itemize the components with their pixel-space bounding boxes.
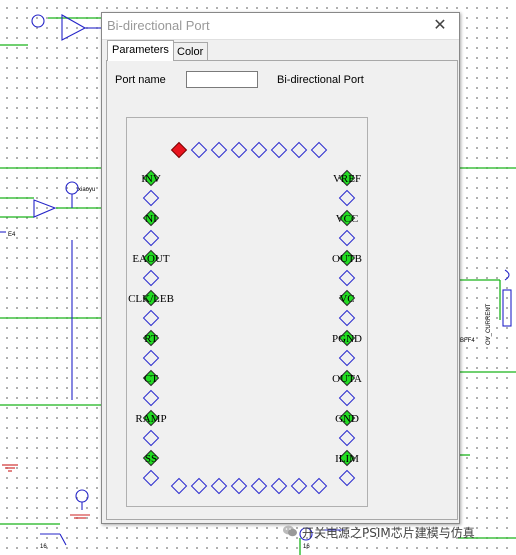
- tab-parameters[interactable]: Parameters: [107, 40, 174, 61]
- right-pin-label: PGND: [332, 333, 362, 345]
- bottom-pin-slot[interactable]: [190, 477, 208, 495]
- top-pin-slot[interactable]: [250, 141, 268, 159]
- left-pin-slot[interactable]: [142, 309, 160, 327]
- right-pin-label: ILIM: [335, 453, 359, 465]
- wechat-icon: [283, 525, 297, 537]
- left-pin-label: RT: [144, 333, 158, 345]
- top-pin-slot[interactable]: [310, 141, 328, 159]
- bottom-pin-slot[interactable]: [270, 477, 288, 495]
- right-pin-label: GND: [335, 413, 359, 425]
- schematic-label: 16: [40, 544, 47, 550]
- pin-grid: INV NI EAOUT CLK/LEB RT CT RAMP SS VREF VCC OUTB VC…: [128, 141, 362, 495]
- right-pin-slot[interactable]: [338, 269, 356, 287]
- port-type-label: Bi-directional Port: [277, 74, 364, 86]
- top-pin-slot[interactable]: [170, 141, 188, 159]
- left-pin-slot[interactable]: [142, 269, 160, 287]
- right-pin-slot[interactable]: [338, 349, 356, 367]
- schematic-label: OV_CURRENT: [486, 303, 492, 345]
- top-pin-slot[interactable]: [230, 141, 248, 159]
- top-pin-slot[interactable]: [190, 141, 208, 159]
- tab-color[interactable]: Color: [172, 42, 209, 61]
- bottom-pin-slot[interactable]: [170, 477, 188, 495]
- right-pin-label: VREF: [333, 173, 361, 185]
- bottom-pin-slot[interactable]: [230, 477, 248, 495]
- left-pin-label: NI: [145, 213, 157, 225]
- left-pin-label: EAOUT: [132, 253, 170, 265]
- left-pin-slot[interactable]: [142, 429, 160, 447]
- right-pin-slot[interactable]: [338, 229, 356, 247]
- right-pin-label: VC: [339, 293, 354, 305]
- left-pin-slot[interactable]: [142, 189, 160, 207]
- schematic-label: xiaoyu: [78, 187, 95, 193]
- title-bar[interactable]: Bi-directional Port ✕: [102, 13, 459, 40]
- schematic-label: BFF4: [460, 338, 475, 344]
- parameters-panel: Port name Bi-directional Port INV NI EAOUT…: [106, 60, 458, 520]
- bottom-pin-slot[interactable]: [210, 477, 228, 495]
- close-icon: ✕: [433, 17, 447, 34]
- right-pin-slot[interactable]: [338, 309, 356, 327]
- bottom-pin-slot[interactable]: [290, 477, 308, 495]
- bottom-pin-slot[interactable]: [250, 477, 268, 495]
- left-pin-slot[interactable]: [142, 229, 160, 247]
- right-pin-slot[interactable]: [338, 189, 356, 207]
- right-pin-label: OUTA: [332, 373, 362, 385]
- dialog-title: Bi-directional Port: [107, 18, 210, 33]
- schematic-label: 16: [303, 544, 310, 550]
- bottom-pin-slot[interactable]: [310, 477, 328, 495]
- left-pin-label: INV: [141, 173, 161, 185]
- pin-position-selector: INV NI EAOUT CLK/LEB RT CT RAMP SS VREF VCC OUTB VC…: [126, 117, 368, 507]
- right-pin-label: VCC: [336, 213, 359, 225]
- schematic-label: E4: [8, 232, 16, 238]
- watermark-text: 开关电源之PSIM芯片建模与仿真: [302, 526, 475, 540]
- left-pin-slot[interactable]: [142, 469, 160, 487]
- left-pin-label: CT: [144, 373, 158, 385]
- left-pin-slot[interactable]: [142, 389, 160, 407]
- top-pin-slot[interactable]: [290, 141, 308, 159]
- right-pin-slot[interactable]: [338, 389, 356, 407]
- right-pin-slot[interactable]: [338, 429, 356, 447]
- close-button[interactable]: ✕: [429, 15, 451, 37]
- left-pin-label: SS: [145, 453, 157, 465]
- top-pin-slot[interactable]: [210, 141, 228, 159]
- left-pin-slot[interactable]: [142, 349, 160, 367]
- left-pin-label: RAMP: [135, 413, 166, 425]
- left-pin-label: CLK/LEB: [128, 293, 174, 305]
- top-pin-slot[interactable]: [270, 141, 288, 159]
- bi-directional-port-dialog: Bi-directional Port ✕ Parameters Color P…: [101, 12, 460, 524]
- port-name-input[interactable]: [186, 71, 258, 88]
- port-name-label: Port name: [115, 74, 166, 86]
- right-pin-label: OUTB: [332, 253, 362, 265]
- right-pin-slot[interactable]: [338, 469, 356, 487]
